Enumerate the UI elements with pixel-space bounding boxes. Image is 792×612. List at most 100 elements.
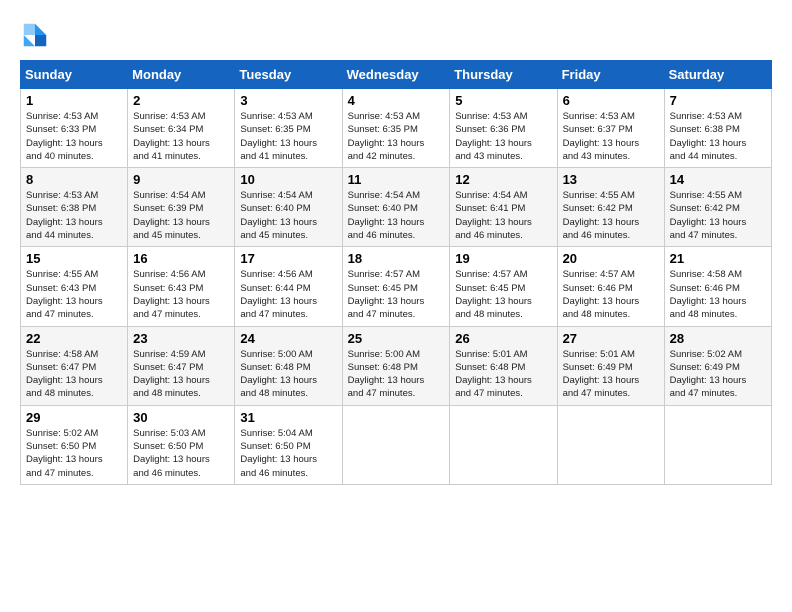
day-number: 17 <box>240 251 336 266</box>
day-info: Sunrise: 4:53 AMSunset: 6:33 PMDaylight:… <box>26 110 122 163</box>
day-number: 27 <box>563 331 659 346</box>
header-thursday: Thursday <box>450 61 557 89</box>
calendar-day-cell: 25 Sunrise: 5:00 AMSunset: 6:48 PMDayligh… <box>342 326 450 405</box>
day-info: Sunrise: 4:55 AMSunset: 6:42 PMDaylight:… <box>670 189 766 242</box>
empty-cell <box>342 405 450 484</box>
calendar-week-row: 8 Sunrise: 4:53 AMSunset: 6:38 PMDaylight… <box>21 168 772 247</box>
calendar-day-cell: 1 Sunrise: 4:53 AMSunset: 6:33 PMDaylight… <box>21 89 128 168</box>
day-number: 16 <box>133 251 229 266</box>
day-info: Sunrise: 4:55 AMSunset: 6:42 PMDaylight:… <box>563 189 659 242</box>
calendar-day-cell: 15Sunrise: 4:55 AMSunset: 6:43 PMDayligh… <box>21 247 128 326</box>
calendar-week-row: 1 Sunrise: 4:53 AMSunset: 6:33 PMDaylight… <box>21 89 772 168</box>
day-info: Sunrise: 4:59 AMSunset: 6:47 PMDaylight:… <box>133 348 229 401</box>
day-info: Sunrise: 5:03 AMSunset: 6:50 PMDaylight:… <box>133 427 229 480</box>
calendar-day-cell: 13Sunrise: 4:55 AMSunset: 6:42 PMDayligh… <box>557 168 664 247</box>
calendar-day-cell: 20Sunrise: 4:57 AMSunset: 6:46 PMDayligh… <box>557 247 664 326</box>
day-info: Sunrise: 5:01 AMSunset: 6:48 PMDaylight:… <box>455 348 551 401</box>
calendar-day-cell: 10 Sunrise: 4:54 AMSunset: 6:40 PMDayligh… <box>235 168 342 247</box>
day-info: Sunrise: 4:58 AMSunset: 6:47 PMDaylight:… <box>26 348 122 401</box>
calendar-day-cell: 6 Sunrise: 4:53 AMSunset: 6:37 PMDaylight… <box>557 89 664 168</box>
calendar-day-cell: 7 Sunrise: 4:53 AMSunset: 6:38 PMDaylight… <box>664 89 771 168</box>
day-info: Sunrise: 4:53 AMSunset: 6:36 PMDaylight:… <box>455 110 551 163</box>
day-info: Sunrise: 4:55 AMSunset: 6:43 PMDaylight:… <box>26 268 122 321</box>
day-number: 19 <box>455 251 551 266</box>
calendar-day-cell: 19 Sunrise: 4:57 AMSunset: 6:45 PMDayligh… <box>450 247 557 326</box>
day-number: 18 <box>348 251 445 266</box>
day-info: Sunrise: 5:02 AMSunset: 6:49 PMDaylight:… <box>670 348 766 401</box>
day-info: Sunrise: 4:53 AMSunset: 6:35 PMDaylight:… <box>348 110 445 163</box>
day-info: Sunrise: 4:58 AMSunset: 6:46 PMDaylight:… <box>670 268 766 321</box>
day-number: 21 <box>670 251 766 266</box>
page-header <box>20 20 772 50</box>
day-number: 25 <box>348 331 445 346</box>
header-saturday: Saturday <box>664 61 771 89</box>
day-number: 2 <box>133 93 229 108</box>
day-number: 30 <box>133 410 229 425</box>
calendar-day-cell: 12Sunrise: 4:54 AMSunset: 6:41 PMDayligh… <box>450 168 557 247</box>
day-number: 1 <box>26 93 122 108</box>
day-number: 24 <box>240 331 336 346</box>
calendar-day-cell: 5 Sunrise: 4:53 AMSunset: 6:36 PMDaylight… <box>450 89 557 168</box>
calendar-day-cell: 4 Sunrise: 4:53 AMSunset: 6:35 PMDaylight… <box>342 89 450 168</box>
day-number: 20 <box>563 251 659 266</box>
calendar-day-cell: 17 Sunrise: 4:56 AMSunset: 6:44 PMDayligh… <box>235 247 342 326</box>
empty-cell <box>450 405 557 484</box>
day-number: 4 <box>348 93 445 108</box>
calendar-day-cell: 26 Sunrise: 5:01 AMSunset: 6:48 PMDayligh… <box>450 326 557 405</box>
calendar-day-cell: 21 Sunrise: 4:58 AMSunset: 6:46 PMDayligh… <box>664 247 771 326</box>
calendar-day-cell: 23 Sunrise: 4:59 AMSunset: 6:47 PMDayligh… <box>128 326 235 405</box>
day-info: Sunrise: 5:01 AMSunset: 6:49 PMDaylight:… <box>563 348 659 401</box>
calendar-day-cell: 24Sunrise: 5:00 AMSunset: 6:48 PMDayligh… <box>235 326 342 405</box>
day-number: 5 <box>455 93 551 108</box>
day-info: Sunrise: 4:54 AMSunset: 6:39 PMDaylight:… <box>133 189 229 242</box>
day-info: Sunrise: 4:53 AMSunset: 6:38 PMDaylight:… <box>670 110 766 163</box>
day-number: 22 <box>26 331 122 346</box>
day-info: Sunrise: 4:53 AMSunset: 6:34 PMDaylight:… <box>133 110 229 163</box>
day-number: 31 <box>240 410 336 425</box>
empty-cell <box>664 405 771 484</box>
calendar-week-row: 22 Sunrise: 4:58 AMSunset: 6:47 PMDayligh… <box>21 326 772 405</box>
calendar-week-row: 29 Sunrise: 5:02 AMSunset: 6:50 PMDayligh… <box>21 405 772 484</box>
day-number: 3 <box>240 93 336 108</box>
day-number: 6 <box>563 93 659 108</box>
day-number: 7 <box>670 93 766 108</box>
day-info: Sunrise: 4:53 AMSunset: 6:38 PMDaylight:… <box>26 189 122 242</box>
calendar-day-cell: 2 Sunrise: 4:53 AMSunset: 6:34 PMDaylight… <box>128 89 235 168</box>
day-info: Sunrise: 4:57 AMSunset: 6:45 PMDaylight:… <box>348 268 445 321</box>
calendar-day-cell: 28Sunrise: 5:02 AMSunset: 6:49 PMDayligh… <box>664 326 771 405</box>
day-info: Sunrise: 4:53 AMSunset: 6:35 PMDaylight:… <box>240 110 336 163</box>
day-info: Sunrise: 5:00 AMSunset: 6:48 PMDaylight:… <box>348 348 445 401</box>
day-info: Sunrise: 5:04 AMSunset: 6:50 PMDaylight:… <box>240 427 336 480</box>
calendar-day-cell: 27 Sunrise: 5:01 AMSunset: 6:49 PMDayligh… <box>557 326 664 405</box>
day-number: 8 <box>26 172 122 187</box>
day-info: Sunrise: 4:54 AMSunset: 6:41 PMDaylight:… <box>455 189 551 242</box>
calendar-day-cell: 30 Sunrise: 5:03 AMSunset: 6:50 PMDayligh… <box>128 405 235 484</box>
calendar-day-cell: 18 Sunrise: 4:57 AMSunset: 6:45 PMDayligh… <box>342 247 450 326</box>
header-tuesday: Tuesday <box>235 61 342 89</box>
day-info: Sunrise: 4:57 AMSunset: 6:45 PMDaylight:… <box>455 268 551 321</box>
calendar-day-cell: 14 Sunrise: 4:55 AMSunset: 6:42 PMDayligh… <box>664 168 771 247</box>
calendar-day-cell: 31 Sunrise: 5:04 AMSunset: 6:50 PMDayligh… <box>235 405 342 484</box>
calendar-day-cell: 3 Sunrise: 4:53 AMSunset: 6:35 PMDaylight… <box>235 89 342 168</box>
header-sunday: Sunday <box>21 61 128 89</box>
header-friday: Friday <box>557 61 664 89</box>
empty-cell <box>557 405 664 484</box>
day-number: 14 <box>670 172 766 187</box>
day-info: Sunrise: 4:54 AMSunset: 6:40 PMDaylight:… <box>348 189 445 242</box>
day-number: 11 <box>348 172 445 187</box>
day-info: Sunrise: 4:56 AMSunset: 6:44 PMDaylight:… <box>240 268 336 321</box>
calendar-day-cell: 22 Sunrise: 4:58 AMSunset: 6:47 PMDayligh… <box>21 326 128 405</box>
day-number: 9 <box>133 172 229 187</box>
day-number: 10 <box>240 172 336 187</box>
day-number: 29 <box>26 410 122 425</box>
calendar-header-row: SundayMondayTuesdayWednesdayThursdayFrid… <box>21 61 772 89</box>
header-monday: Monday <box>128 61 235 89</box>
day-number: 23 <box>133 331 229 346</box>
day-number: 26 <box>455 331 551 346</box>
day-info: Sunrise: 4:53 AMSunset: 6:37 PMDaylight:… <box>563 110 659 163</box>
header-wednesday: Wednesday <box>342 61 450 89</box>
day-info: Sunrise: 5:02 AMSunset: 6:50 PMDaylight:… <box>26 427 122 480</box>
calendar-day-cell: 8 Sunrise: 4:53 AMSunset: 6:38 PMDaylight… <box>21 168 128 247</box>
logo <box>20 20 54 50</box>
day-info: Sunrise: 4:54 AMSunset: 6:40 PMDaylight:… <box>240 189 336 242</box>
